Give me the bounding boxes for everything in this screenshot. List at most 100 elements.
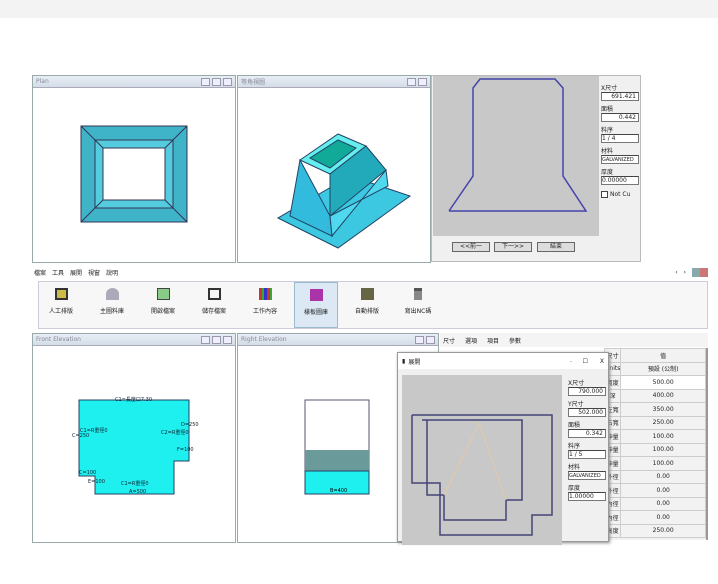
close-icon[interactable]: X (600, 358, 604, 365)
library-icon (105, 288, 119, 300)
scroll-left-icon[interactable]: ‹ (675, 269, 677, 276)
menu-file[interactable]: 檔案 (34, 268, 46, 277)
close-button[interactable] (223, 77, 232, 86)
table-row: 高度 250.00 (604, 523, 706, 538)
table-row: 伸量 100.00 (604, 456, 706, 471)
maximize-button[interactable] (426, 335, 435, 344)
maximize-icon[interactable]: ☐ (582, 358, 587, 365)
material-field[interactable]: GALVANIZED (568, 471, 606, 480)
row-value[interactable]: 0.00 (620, 496, 706, 511)
field-label: Y尺寸 (568, 401, 584, 408)
save-icon (207, 288, 221, 300)
maximize-button[interactable] (212, 335, 221, 344)
maximize-button[interactable] (212, 77, 221, 86)
minimize-button[interactable] (201, 335, 210, 344)
prev-button[interactable]: <<前一 (452, 242, 490, 252)
row-value[interactable]: 350.00 (620, 402, 706, 417)
toolbar: 人工排版 主圖料庫 開啟檔案 儲存檔案 工作內容 樣板圖庫 自動排版 寫出NC碼 (38, 281, 708, 329)
svg-text:E=100: E=100 (88, 479, 105, 485)
close-button[interactable] (223, 335, 232, 344)
plan-window: Plan (32, 75, 236, 263)
open-file-icon (156, 288, 170, 300)
tab-items[interactable]: 項目 (487, 336, 499, 345)
plan-drawing (80, 125, 188, 223)
area-field[interactable]: 0.342 (568, 429, 606, 438)
x-size-field[interactable]: 691.421 (601, 92, 639, 101)
tab-parameters[interactable]: 參數 (509, 336, 521, 345)
menu-unfold[interactable]: 展開 (70, 268, 82, 277)
restore-icon[interactable] (692, 268, 700, 277)
dialog-title: 展開 (408, 358, 421, 366)
minimize-button[interactable] (201, 77, 210, 86)
menu-window[interactable]: 視窗 (88, 268, 100, 277)
auto-nesting-button[interactable]: 自動排版 (345, 282, 389, 328)
area-field[interactable]: 0.442 (601, 113, 639, 122)
minimize-button[interactable] (407, 77, 416, 86)
write-nc-button[interactable]: 寫出NC碼 (396, 282, 440, 328)
table-row: 右寬 250.00 (604, 415, 706, 430)
thickness-field[interactable]: 1.00000 (568, 492, 606, 501)
finish-button[interactable]: 結束 (537, 242, 575, 252)
table-row: 外徑 0.00 (604, 469, 706, 484)
material-field[interactable]: GALVANIZED (601, 155, 639, 164)
row-value[interactable]: 500.00 (620, 375, 706, 390)
property-table: 尺寸值 Units 預設 (公制) 寬度 500.00 深 400.00 左寬 350.00… (604, 348, 708, 540)
unfold-dialog-top: X尺寸 691.421 面積 0.442 料序 1 / 4 材料 GALVANIZED … (431, 75, 641, 262)
front-drawing: C1=長度口7.30 C1=R重徑0 C=250 D=250C2=R重徑0 F=100 C… (72, 396, 199, 495)
minimize-icon[interactable]: – (569, 358, 572, 365)
close-icon[interactable] (700, 268, 708, 277)
y-size-field[interactable]: 502.000 (568, 408, 606, 417)
field-label: 厚度 (601, 169, 614, 176)
manual-nesting-button[interactable]: 人工排版 (39, 282, 83, 328)
open-file-button[interactable]: 開啟檔案 (141, 282, 185, 328)
isometric-drawing (276, 133, 412, 249)
row-value[interactable]: 100.00 (620, 442, 706, 457)
field-label: 面積 (568, 422, 581, 429)
save-file-button[interactable]: 儲存檔案 (192, 282, 236, 328)
menu-help[interactable]: 說明 (106, 268, 118, 277)
front-elevation-window: Front Elevation C1=長度口7.30 C1=R重徑0 C=250 D=… (32, 333, 236, 543)
field-label: 材料 (568, 464, 581, 471)
field-label: 面積 (601, 106, 614, 113)
row-value[interactable]: 250.00 (620, 415, 706, 430)
row-value[interactable]: 400.00 (620, 388, 706, 403)
svg-text:C1=長度口7.30: C1=長度口7.30 (115, 396, 152, 403)
job-content-button[interactable]: 工作內容 (243, 282, 287, 328)
window-title: Plan (36, 78, 49, 85)
template-icon (309, 289, 323, 301)
template-library-button[interactable]: 樣板圖庫 (294, 282, 338, 328)
main-library-button[interactable]: 主圖料庫 (90, 282, 134, 328)
nc-tool-icon (414, 288, 422, 300)
row-value[interactable]: 0.00 (620, 469, 706, 484)
sequence-field[interactable]: 1 / 4 (601, 134, 639, 143)
dialog-icon: ▮ (402, 357, 406, 365)
table-row: 內徑 0.00 (604, 496, 706, 511)
scroll-right-icon[interactable]: › (684, 269, 686, 276)
field-label: 料序 (601, 127, 614, 134)
table-row: 伸量 100.00 (604, 429, 706, 444)
minimize-button[interactable] (415, 335, 424, 344)
auto-nesting-icon (360, 288, 374, 300)
not-cut-checkbox[interactable] (601, 191, 608, 198)
window-title: 等角視圖 (241, 79, 266, 86)
x-size-field[interactable]: 790.000 (568, 387, 606, 396)
field-label: X尺寸 (601, 85, 618, 92)
table-row: 深 400.00 (604, 388, 706, 403)
row-value[interactable]: 0.00 (620, 483, 706, 498)
next-button[interactable]: 下一>> (494, 242, 532, 252)
sequence-field[interactable]: 1 / 5 (568, 450, 606, 459)
row-value[interactable]: 0.00 (620, 510, 706, 525)
tab-size[interactable]: 尺寸 (443, 336, 455, 345)
maximize-button[interactable] (418, 77, 427, 86)
menu-tools[interactable]: 工具 (52, 268, 64, 277)
bottom-fields: X尺寸 790.000 Y尺寸 502.000 面積 0.342 料序 1 / 5 材料… (568, 375, 606, 501)
row-value[interactable]: 250.00 (620, 523, 706, 538)
thickness-field[interactable]: 0.00000 (601, 176, 639, 185)
top-fields: X尺寸 691.421 面積 0.442 料序 1 / 4 材料 GALVANIZED … (601, 80, 639, 198)
grid-icon (258, 288, 272, 300)
table-row: 寬度 500.00 (604, 375, 706, 390)
row-value[interactable]: 100.00 (620, 429, 706, 444)
unfold-canvas (402, 375, 562, 545)
tab-options[interactable]: 選項 (465, 336, 477, 345)
row-value[interactable]: 100.00 (620, 456, 706, 471)
